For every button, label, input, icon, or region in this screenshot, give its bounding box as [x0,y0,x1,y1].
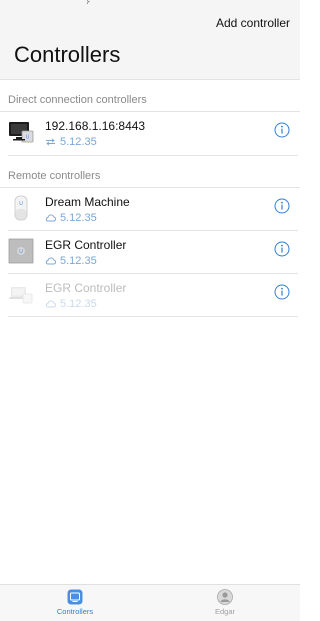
controller-row[interactable]: U 192.168.1.16:8443 5.12.35 [8,112,298,156]
info-icon[interactable] [274,241,290,257]
controller-name: 192.168.1.16:8443 [45,119,146,133]
controller-version-line: 5.12.35 [45,136,97,148]
controller-version: 5.12.35 [60,255,97,267]
section-header-direct: Direct connection controllers [0,80,300,112]
cloud-icon [45,257,56,265]
controller-name: EGR Controller [45,238,127,252]
controller-version-line: 5.12.35 [45,255,97,267]
tab-label: Edgar [214,607,235,616]
svg-text:U: U [19,249,23,255]
controller-version-line: 5.12.35 [45,298,97,310]
desktop-computer-icon: U [9,122,34,143]
top-bar: ۶ Add controller Controllers [0,0,300,80]
tab-controllers[interactable]: Controllers [0,585,150,621]
controller-version-line: 5.12.35 [45,212,97,224]
controller-name: Dream Machine [45,195,130,209]
controller-row-disabled[interactable]: EGR Controller 5.12.35 [8,274,298,317]
info-icon[interactable] [274,284,290,300]
tab-bar: Controllers Edgar [0,584,300,621]
controller-row[interactable]: U EGR Controller 5.12.35 [8,231,298,274]
egr-controller-icon: U [8,238,34,264]
laptop-icon [9,287,33,304]
tab-label: Controllers [56,607,94,616]
info-icon[interactable] [274,198,290,214]
controllers-tab-icon [67,589,83,605]
status-glyph: ۶ [86,0,91,6]
controller-version: 5.12.35 [60,298,97,310]
add-controller-button[interactable]: Add controller [216,16,290,30]
controller-version: 5.12.35 [60,212,97,224]
direct-arrows-icon [46,138,55,146]
controller-name: EGR Controller [45,281,127,295]
cloud-icon [45,300,56,308]
dream-machine-icon: U [14,195,28,221]
controller-version: 5.12.35 [60,136,97,148]
section-header-remote: Remote controllers [0,156,300,188]
controller-row[interactable]: U Dream Machine 5.12.35 [8,188,298,231]
cloud-icon [45,214,56,222]
info-icon[interactable] [274,122,290,138]
user-avatar-icon [217,589,233,605]
page-title: Controllers [14,42,121,67]
tab-edgar[interactable]: Edgar [150,585,300,621]
svg-text:U: U [26,135,30,141]
svg-text:U: U [19,201,23,207]
